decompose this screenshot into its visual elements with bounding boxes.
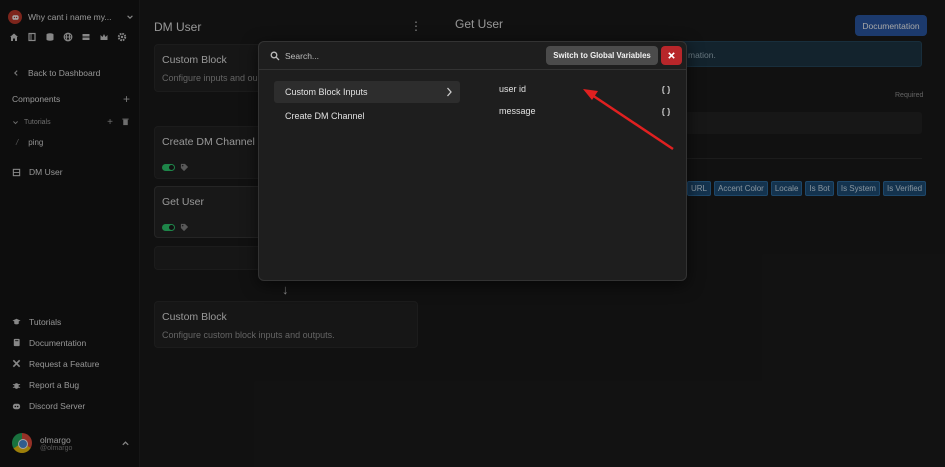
close-icon bbox=[668, 52, 675, 59]
close-button[interactable] bbox=[661, 46, 682, 65]
braces-icon bbox=[662, 86, 670, 94]
menu-item-label: Custom Block Inputs bbox=[285, 87, 368, 97]
braces-icon bbox=[662, 108, 670, 116]
variable-message[interactable]: message bbox=[499, 106, 671, 120]
variable-label: user id bbox=[499, 84, 527, 94]
search-icon bbox=[270, 51, 280, 61]
switch-to-global-variables-button[interactable]: Switch to Global Variables bbox=[546, 46, 658, 65]
menu-item-create-dm-channel[interactable]: Create DM Channel bbox=[274, 105, 460, 127]
menu-item-custom-block-inputs[interactable]: Custom Block Inputs bbox=[274, 81, 460, 103]
variable-user-id[interactable]: user id bbox=[499, 84, 671, 98]
search-bar: Switch to Global Variables bbox=[259, 42, 686, 70]
variable-picker-popup: Switch to Global Variables Custom Block … bbox=[258, 41, 687, 281]
chevron-right-icon bbox=[447, 87, 452, 97]
menu-item-label: Create DM Channel bbox=[285, 111, 365, 121]
search-input[interactable] bbox=[285, 48, 535, 64]
variable-label: message bbox=[499, 106, 536, 116]
